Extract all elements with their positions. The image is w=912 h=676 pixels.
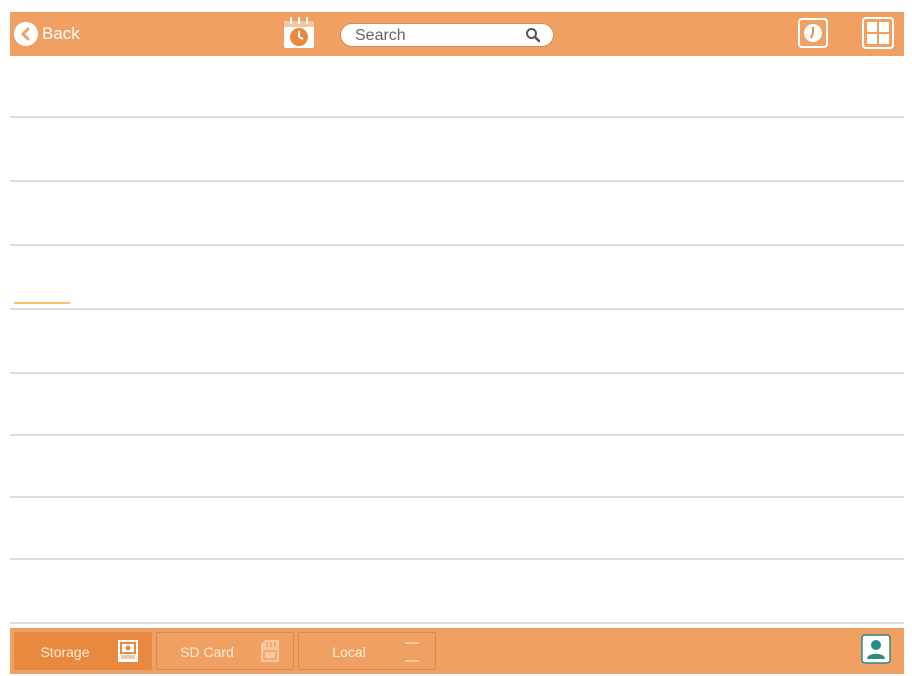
clock-button[interactable] xyxy=(796,17,830,53)
back-arrow-icon xyxy=(14,22,38,46)
tab-storage-label: Storage xyxy=(40,644,90,660)
sdcard-icon xyxy=(259,639,281,668)
search-box xyxy=(340,23,554,48)
list-item[interactable] xyxy=(10,120,904,182)
top-toolbar: Back xyxy=(10,12,904,56)
list-item[interactable] xyxy=(10,184,904,246)
avatar-button[interactable] xyxy=(860,633,892,669)
bottom-toolbar: Storage SD Card Local xyxy=(10,628,904,674)
grid-icon xyxy=(862,16,894,54)
search-input[interactable] xyxy=(353,24,525,48)
tab-local-label: Local xyxy=(332,644,366,660)
tab-sd-card-label: SD Card xyxy=(180,644,234,660)
clock-icon xyxy=(798,17,828,53)
item-list xyxy=(10,56,904,628)
list-item[interactable] xyxy=(10,436,904,498)
list-item[interactable] xyxy=(10,56,904,118)
list-item[interactable] xyxy=(10,312,904,374)
storage-icon xyxy=(117,639,139,668)
avatar-icon xyxy=(861,633,891,669)
grid-view-button[interactable] xyxy=(861,16,895,54)
list-item[interactable] xyxy=(10,248,904,310)
back-label: Back xyxy=(42,24,80,43)
calendar-clock-icon xyxy=(281,16,317,55)
back-button[interactable]: Back xyxy=(14,20,80,48)
tab-storage[interactable]: Storage xyxy=(14,632,152,670)
calendar-clock-button[interactable] xyxy=(278,16,320,54)
list-item[interactable] xyxy=(10,374,904,436)
search-icon[interactable] xyxy=(525,27,541,48)
progress-accent xyxy=(14,302,70,304)
tab-sd-card[interactable]: SD Card xyxy=(156,632,294,670)
list-item[interactable] xyxy=(10,498,904,560)
local-icon xyxy=(401,639,423,670)
list-item[interactable] xyxy=(10,562,904,624)
tab-local[interactable]: Local xyxy=(298,632,436,670)
